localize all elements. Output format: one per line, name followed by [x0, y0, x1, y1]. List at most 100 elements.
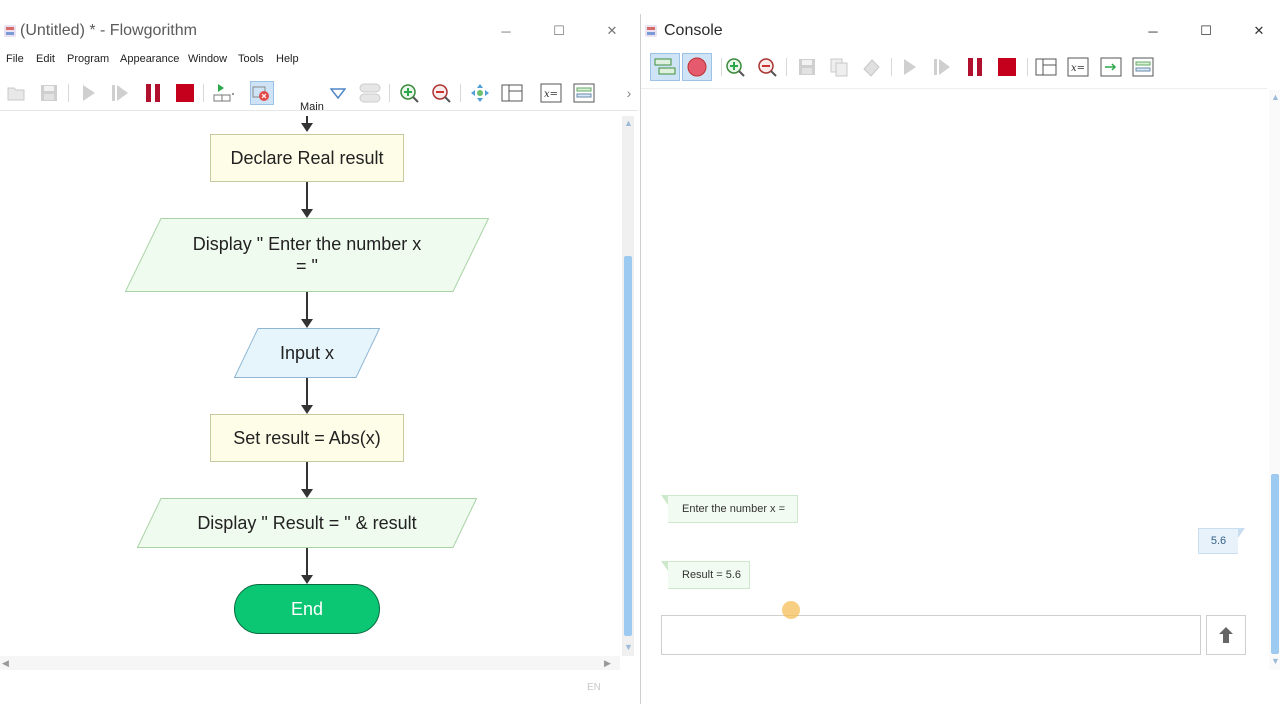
scroll-up-icon[interactable]: ▲ [624, 118, 633, 128]
toolbar-separator [203, 84, 204, 102]
console-panels-button[interactable] [1034, 55, 1058, 79]
eraser-icon [863, 59, 880, 77]
send-button[interactable] [1206, 615, 1246, 655]
console-vertical-scrollbar[interactable]: ▲ ▼ [1269, 90, 1280, 670]
console-output-area: Enter the number x = 5.6 Result = 5.6 [641, 88, 1267, 689]
stop-button[interactable] [173, 81, 197, 105]
flowchart-canvas[interactable]: Declare Real result Display " Enter the … [0, 114, 620, 662]
console-pause-button[interactable] [963, 55, 987, 79]
pause-button[interactable] [141, 81, 165, 105]
svg-text:x=: x= [544, 89, 558, 100]
console-close-button[interactable]: ✕ [1239, 18, 1279, 44]
menu-appearance[interactable]: Appearance [120, 53, 179, 65]
display-result-text: Display " Result = " & result [197, 513, 417, 533]
menu-file[interactable]: File [6, 53, 24, 65]
console-minimize-button[interactable]: ─ [1133, 18, 1173, 44]
console-zoom-out-button[interactable] [755, 55, 779, 79]
display-prompt-shape[interactable]: Display " Enter the number x = " [125, 218, 489, 292]
open-button[interactable] [5, 81, 29, 105]
save-icon [41, 85, 57, 101]
chat-view-icon [654, 58, 676, 75]
menu-bar: File Edit Program Appearance Window Tool… [0, 50, 638, 72]
input-message-text: 5.6 [1210, 535, 1227, 547]
minimize-button[interactable]: ─ [486, 18, 526, 44]
panels-button[interactable] [500, 81, 524, 105]
maximize-icon: ☐ [1200, 23, 1212, 38]
console-variable-watch-button[interactable]: x= [1066, 55, 1090, 79]
console-save-button[interactable] [795, 55, 819, 79]
menu-program[interactable]: Program [67, 53, 109, 65]
function-list-icon [359, 83, 381, 103]
clear-console-button[interactable] [682, 53, 712, 81]
status-language: EN [587, 682, 601, 693]
declare-shape[interactable]: Declare Real result [210, 134, 404, 182]
window-title: (Untitled) * - Flowgorithm [20, 22, 197, 39]
save-icon [799, 59, 815, 75]
scroll-down-icon[interactable]: ▼ [1271, 656, 1280, 666]
scroll-down-icon[interactable]: ▼ [624, 642, 633, 652]
horizontal-scrollbar[interactable]: ◀ ▶ [0, 656, 620, 670]
flowgorithm-titlebar[interactable]: (Untitled) * - Flowgorithm ─ ☐ ✕ [0, 14, 638, 48]
console-step-button[interactable] [930, 55, 954, 79]
console-titlebar[interactable]: Console ─ ☐ ✕ [641, 14, 1280, 48]
step-button[interactable] [108, 81, 132, 105]
minimize-icon: ─ [1148, 23, 1158, 39]
stop-icon [998, 58, 1016, 76]
menu-help[interactable]: Help [276, 53, 299, 65]
assign-shape[interactable]: Set result = Abs(x) [210, 414, 404, 462]
stop-icon [176, 84, 194, 102]
step-icon [934, 59, 950, 75]
display-result-shape[interactable]: Display " Result = " & result [137, 498, 477, 548]
console-erase-button[interactable] [859, 55, 883, 79]
close-button[interactable]: ✕ [592, 18, 632, 44]
console-run-button[interactable] [897, 55, 921, 79]
function-list-button[interactable] [358, 81, 382, 105]
scroll-right-icon[interactable]: ▶ [604, 658, 611, 669]
flow-arrow [301, 292, 313, 328]
console-zoom-in-button[interactable] [723, 55, 747, 79]
zoom-in-button[interactable] [397, 81, 421, 105]
console-maximize-button[interactable]: ☐ [1186, 18, 1226, 44]
save-button[interactable] [37, 81, 61, 105]
console-app-icon [645, 25, 657, 37]
menu-edit[interactable]: Edit [36, 53, 55, 65]
end-shape[interactable]: End [234, 584, 380, 634]
vertical-scrollbar[interactable]: ▲ ▼ [622, 116, 634, 656]
breakpoint-icon [252, 86, 269, 101]
console-stop-button[interactable] [995, 55, 1019, 79]
fit-to-window-button[interactable] [468, 81, 492, 105]
flow-arrow [301, 548, 313, 584]
input-shape[interactable]: Input x [234, 328, 380, 378]
display-prompt-text: Display " Enter the number x = " [193, 233, 422, 277]
variable-watch-icon: x= [1067, 57, 1089, 77]
variable-watch-button[interactable]: x= [539, 81, 563, 105]
run-button[interactable] [76, 81, 100, 105]
console-output-button[interactable] [1099, 55, 1123, 79]
console-copy-button[interactable] [827, 55, 851, 79]
scroll-up-icon[interactable]: ▲ [1271, 92, 1280, 102]
zoom-out-button[interactable] [429, 81, 453, 105]
console-window-button[interactable] [572, 81, 596, 105]
mouse-cursor-highlight [782, 601, 800, 619]
toolbar-overflow-button[interactable]: › [622, 81, 636, 105]
menu-tools[interactable]: Tools [238, 53, 264, 65]
pause-icon [146, 84, 160, 102]
toolbar-separator [389, 84, 390, 102]
menu-window[interactable]: Window [188, 53, 227, 65]
scrollbar-thumb[interactable] [624, 256, 632, 636]
scroll-left-icon[interactable]: ◀ [2, 658, 9, 669]
panels-icon [501, 84, 523, 102]
maximize-button[interactable]: ☐ [539, 18, 579, 44]
zoom-in-icon [726, 58, 745, 77]
play-icon [904, 59, 916, 75]
function-selector[interactable]: Main [300, 101, 324, 113]
console-output-icon [1100, 57, 1122, 77]
console-window-button[interactable] [1131, 55, 1155, 79]
console-scrollbar-thumb[interactable] [1271, 474, 1279, 654]
breakpoint-button[interactable] [250, 81, 274, 105]
layout-icon [213, 84, 234, 102]
chat-view-button[interactable] [650, 53, 680, 81]
layout-button[interactable] [212, 81, 236, 105]
function-dropdown-button[interactable] [326, 81, 350, 105]
console-input-field[interactable] [661, 615, 1201, 655]
